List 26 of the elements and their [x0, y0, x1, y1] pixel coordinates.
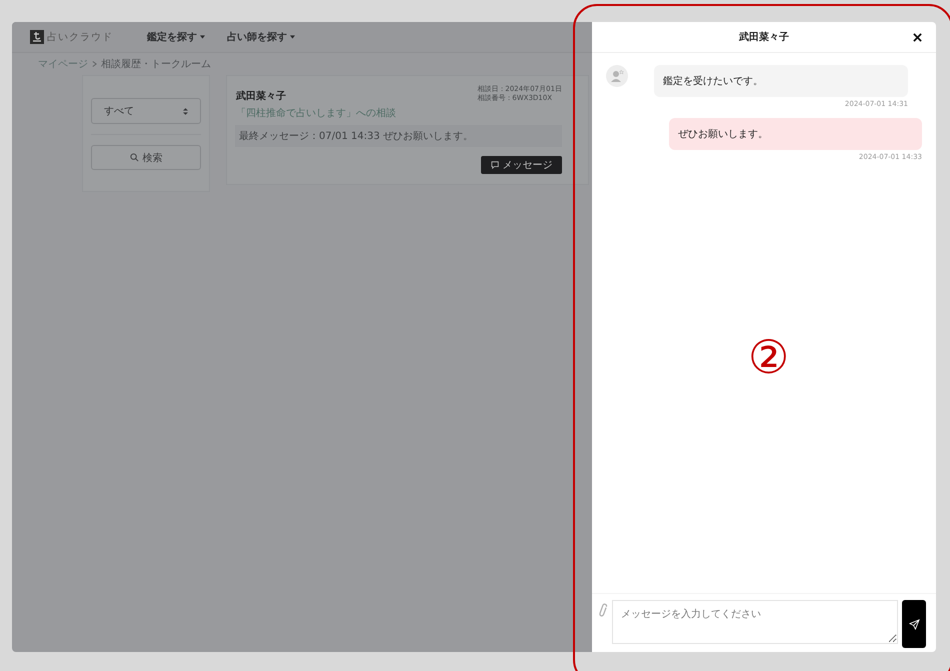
nav-menu[interactable]: 占い師を探す: [227, 30, 295, 44]
close-icon[interactable]: [913, 33, 922, 42]
logo-icon: [30, 30, 44, 44]
last-message: 最終メッセージ：07/01 14:33 ぜひお願いします。: [235, 125, 562, 147]
message-button[interactable]: メッセージ: [481, 156, 562, 174]
search-icon: [130, 153, 138, 162]
annotation-number: ②: [748, 334, 790, 380]
status-select[interactable]: すべて: [91, 98, 201, 124]
send-button[interactable]: [902, 600, 926, 648]
paperclip-icon[interactable]: [598, 603, 608, 618]
sent-message: ぜひお願いします。: [669, 118, 922, 150]
message-input[interactable]: メッセージを入力してください: [612, 600, 898, 644]
received-message: 鑑定を受けたいです。: [654, 65, 908, 97]
logo-text[interactable]: 占いクラウド: [47, 30, 113, 44]
client-name: 武田菜々子: [236, 90, 286, 103]
nav-menu[interactable]: 鑑定を探す: [147, 30, 205, 44]
caret-icon: [290, 35, 295, 39]
caret-icon: [200, 35, 205, 39]
chat-title: 武田菜々子: [739, 30, 789, 44]
breadcrumb-current: 相談履歴・トークルーム: [101, 58, 211, 71]
sort-icon: [183, 108, 188, 114]
chevron-icon: [92, 60, 97, 68]
speech-bubble-icon: [490, 161, 498, 169]
paper-plane-icon: [908, 618, 920, 630]
avatar-icon: [606, 65, 628, 87]
search-button[interactable]: 検索: [91, 145, 201, 170]
